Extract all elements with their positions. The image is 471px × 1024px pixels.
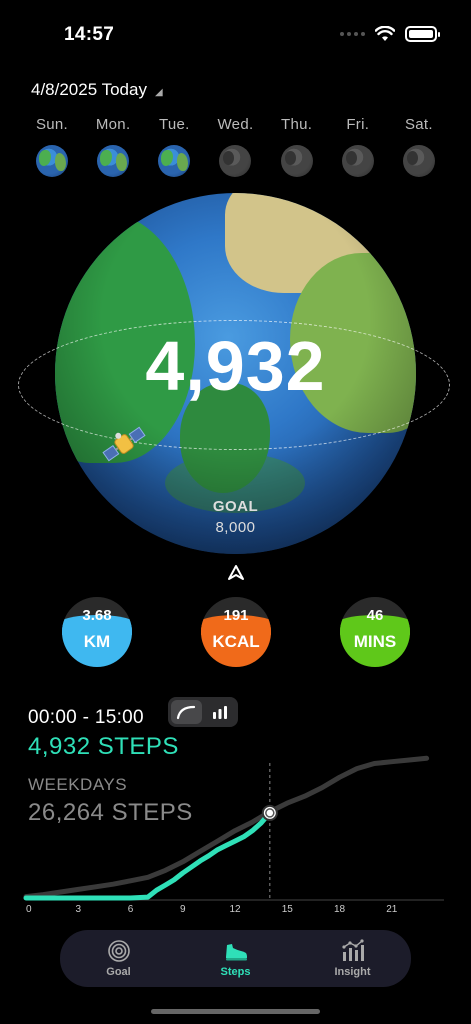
earth-icon — [158, 145, 191, 177]
earth-dim-icon — [280, 145, 313, 177]
active-minutes-metric[interactable]: 46 MINS — [340, 597, 410, 667]
status-icons — [340, 26, 440, 42]
expand-arrow-icon[interactable] — [227, 564, 245, 582]
line-chart-toggle[interactable] — [171, 700, 202, 724]
bar-chart-icon — [212, 706, 227, 719]
tab-insight[interactable]: Insight — [313, 939, 393, 978]
bar-chart-toggle[interactable] — [205, 700, 236, 724]
goal-label: GOAL — [212, 498, 259, 515]
x-tick-label: 21 — [386, 904, 398, 915]
date-selector[interactable]: 4/8/2025 Today ◢ — [31, 80, 163, 100]
x-tick-label: 6 — [128, 904, 134, 915]
weekday-steps-line — [23, 755, 430, 900]
day-wed[interactable]: Wed. — [205, 116, 265, 177]
today-steps-line — [23, 810, 273, 901]
caret-down-icon: ◢ — [154, 86, 163, 98]
tab-label: Goal — [106, 966, 131, 978]
tab-label: Insight — [334, 966, 371, 978]
curve-chart-icon — [177, 705, 196, 720]
x-tick-label: 18 — [334, 904, 346, 915]
day-label: Mon. — [95, 116, 131, 133]
sneaker-icon — [225, 944, 247, 961]
x-tick-label: 3 — [75, 904, 81, 915]
tab-steps[interactable]: Steps — [196, 939, 276, 978]
goal-value: 8,000 — [215, 519, 256, 536]
minutes-value: 46 — [366, 607, 384, 624]
wifi-icon — [375, 26, 395, 41]
day-tue[interactable]: Tue. — [144, 116, 204, 177]
target-icon — [107, 940, 130, 962]
date-label: 4/8/2025 Today — [31, 80, 147, 99]
day-label: Tue. — [158, 116, 190, 133]
earth-icon — [97, 145, 130, 177]
minutes-unit: MINS — [353, 632, 397, 651]
day-mon[interactable]: Mon. — [83, 116, 143, 177]
home-indicator — [151, 1009, 320, 1014]
signal-dots-icon — [340, 32, 365, 36]
distance-value: 3.68 — [82, 607, 112, 624]
day-sat[interactable]: Sat. — [389, 116, 449, 177]
status-time: 14:57 — [64, 24, 115, 45]
chart-type-toggle — [168, 697, 238, 727]
day-label: Thu. — [281, 116, 313, 133]
distance-metric[interactable]: 3.68 KM — [62, 597, 132, 667]
x-tick-label: 15 — [282, 904, 294, 915]
battery-icon — [405, 26, 440, 42]
bar-chart-icon — [341, 939, 364, 961]
week-row: Sun. Mon. Tue. Wed. Thu. Fri. Sat. — [22, 116, 449, 177]
tab-goal[interactable]: Goal — [79, 939, 159, 978]
calories-metric[interactable]: 191 KCAL — [201, 597, 271, 667]
steps-chart[interactable]: 0 3 6 9 12 15 18 21 — [0, 755, 471, 920]
earth-dim-icon — [402, 145, 435, 177]
tab-bar: Goal Steps Insight — [60, 930, 411, 987]
earth-dim-icon — [219, 145, 252, 177]
satellite-icon — [102, 426, 146, 462]
current-point-inner — [265, 808, 275, 818]
day-label: Sun. — [35, 116, 69, 133]
x-tick-label: 12 — [229, 904, 241, 915]
step-count: 4,932 — [145, 327, 326, 405]
day-label: Fri. — [346, 116, 370, 133]
day-fri[interactable]: Fri. — [328, 116, 388, 177]
calories-unit: KCAL — [212, 632, 260, 651]
earth-progress: 4,932 GOAL 8,000 — [0, 186, 471, 556]
tab-label: Steps — [220, 966, 251, 978]
x-tick-label: 9 — [180, 904, 186, 915]
time-range: 00:00 - 15:00 — [28, 707, 144, 728]
earth-dim-icon — [341, 145, 374, 177]
distance-unit: KM — [83, 632, 111, 651]
day-label: Wed. — [217, 116, 254, 133]
day-label: Sat. — [404, 116, 433, 133]
earth-icon — [36, 145, 68, 177]
day-thu[interactable]: Thu. — [267, 116, 327, 177]
day-sun[interactable]: Sun. — [22, 116, 82, 177]
x-tick-label: 0 — [26, 904, 32, 915]
calories-value: 191 — [223, 607, 249, 624]
